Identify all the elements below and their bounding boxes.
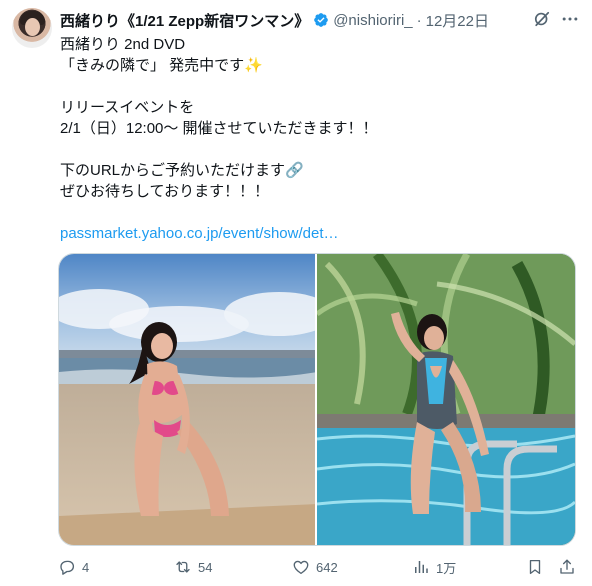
repost-count: 54 [198,559,213,575]
display-name[interactable]: 西緒りり《1/21 Zepp新宿ワンマン》 [60,10,309,31]
avatar-face [25,18,40,36]
repost-button[interactable]: 54 [174,556,212,578]
timestamp[interactable]: 12月22日 [426,10,489,31]
tweet-text-line: 2/1（日）12:00〜 開催させていただきます！！ [60,120,378,137]
handle[interactable]: @nishioriri_ [333,12,412,29]
reply-count: 4 [82,559,90,575]
photo-beach[interactable] [59,254,317,545]
photo-pool[interactable] [317,254,575,545]
tweet-link[interactable]: passmarket.yahoo.co.jp/event/show/det… [60,223,570,244]
tweet[interactable]: 西緒りり《1/21 Zepp新宿ワンマン》 @nishioriri_ · 12月… [0,0,592,586]
tweet-text-line: 下のURLからご予約いただけます🔗 [60,162,304,179]
tweet-text-line: リリースイベントを [60,99,195,116]
more-icon[interactable] [560,9,580,29]
tweet-text-line: 「きみの隣で」 発売中です✨ [60,57,263,74]
tweet-text-line [60,76,570,97]
like-button[interactable]: 642 [292,556,338,578]
views-icon [415,561,428,573]
tweet-text-line: 西緒りり 2nd DVD [60,36,186,53]
action-bar: 4 54 642 1万 [58,556,576,578]
share-icon [560,559,574,574]
reply-icon [60,560,75,575]
bookmark-icon [529,559,541,575]
avatar[interactable] [12,8,52,48]
like-count: 642 [316,559,338,575]
reply-button[interactable]: 4 [58,556,89,578]
views-count: 1万 [436,560,457,576]
share-button[interactable] [558,556,582,578]
bookmark-button[interactable] [526,556,550,578]
tweet-text-line: ぜひお待ちしております！！！ [60,183,270,200]
media-grid [58,253,576,546]
tweet-text-line [60,139,570,160]
grok-icon[interactable] [532,9,552,29]
like-icon [293,560,309,575]
repost-icon [176,561,190,573]
separator-dot: · [416,11,422,29]
tweet-text-line [60,202,570,223]
views-button[interactable]: 1万 [412,556,456,578]
tweet-text: 西緒りり 2nd DVD 「きみの隣で」 発売中です✨ リリースイベントを 2/… [60,34,570,244]
verified-badge-icon[interactable] [313,12,329,28]
tweet-header: 西緒りり《1/21 Zepp新宿ワンマン》 @nishioriri_ · 12月… [60,10,489,30]
